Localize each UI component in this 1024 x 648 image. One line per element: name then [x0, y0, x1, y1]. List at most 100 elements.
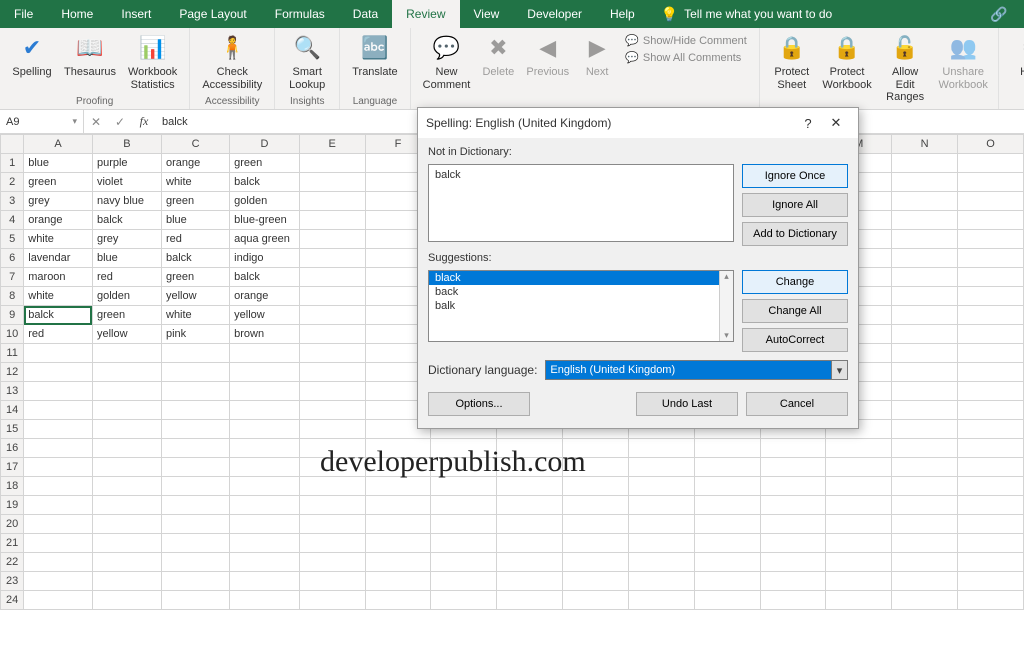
row-header-22[interactable]: 22: [1, 553, 24, 572]
cell-C5[interactable]: red: [162, 230, 230, 249]
cell-K23[interactable]: [694, 572, 760, 591]
cell-A24[interactable]: [24, 591, 93, 610]
cell-N21[interactable]: [892, 534, 958, 553]
cell-B11[interactable]: [92, 344, 161, 363]
cancel-formula-icon[interactable]: ✕: [84, 115, 108, 129]
accept-formula-icon[interactable]: ✓: [108, 115, 132, 129]
cell-C13[interactable]: [162, 382, 230, 401]
row-header-8[interactable]: 8: [1, 287, 24, 306]
cell-D3[interactable]: golden: [230, 192, 300, 211]
cell-E11[interactable]: [299, 344, 365, 363]
cell-B1[interactable]: purple: [92, 154, 161, 173]
scroll-up-icon[interactable]: ▴: [724, 271, 729, 282]
change-button[interactable]: Change: [742, 270, 848, 294]
col-header-D[interactable]: D: [230, 135, 300, 154]
cell-L19[interactable]: [760, 496, 826, 515]
cell-L16[interactable]: [760, 439, 826, 458]
cell-O16[interactable]: [958, 439, 1024, 458]
cell-B22[interactable]: [92, 553, 161, 572]
cell-E13[interactable]: [299, 382, 365, 401]
cell-N24[interactable]: [892, 591, 958, 610]
row-header-7[interactable]: 7: [1, 268, 24, 287]
tab-help[interactable]: Help: [596, 0, 649, 28]
cell-D10[interactable]: brown: [230, 325, 300, 344]
cell-E24[interactable]: [299, 591, 365, 610]
cell-I20[interactable]: [563, 515, 629, 534]
cell-B3[interactable]: navy blue: [92, 192, 161, 211]
thesaurus-button[interactable]: 📖Thesaurus: [58, 30, 122, 81]
cell-O12[interactable]: [958, 363, 1024, 382]
cell-A17[interactable]: [24, 458, 93, 477]
cell-J17[interactable]: [628, 458, 694, 477]
cell-C10[interactable]: pink: [162, 325, 230, 344]
cell-D21[interactable]: [230, 534, 300, 553]
cell-E7[interactable]: [299, 268, 365, 287]
name-box-dropdown-icon[interactable]: ▾: [72, 116, 77, 127]
col-header-E[interactable]: E: [299, 135, 365, 154]
cell-A20[interactable]: [24, 515, 93, 534]
cell-A4[interactable]: orange: [24, 211, 93, 230]
cell-N8[interactable]: [892, 287, 958, 306]
cell-B19[interactable]: [92, 496, 161, 515]
cell-O10[interactable]: [958, 325, 1024, 344]
cell-B18[interactable]: [92, 477, 161, 496]
select-all-corner[interactable]: [1, 135, 24, 154]
cell-E17[interactable]: [299, 458, 365, 477]
row-header-9[interactable]: 9: [1, 306, 24, 325]
cell-C8[interactable]: yellow: [162, 287, 230, 306]
cell-A12[interactable]: [24, 363, 93, 382]
cell-B24[interactable]: [92, 591, 161, 610]
dict-lang-select[interactable]: English (United Kingdom) ▾: [545, 360, 848, 380]
cell-N15[interactable]: [892, 420, 958, 439]
cell-B17[interactable]: [92, 458, 161, 477]
scroll-down-icon[interactable]: ▾: [724, 330, 729, 341]
suggestion-item[interactable]: balk: [429, 299, 733, 313]
cell-C24[interactable]: [162, 591, 230, 610]
cell-E16[interactable]: [299, 439, 365, 458]
cell-N1[interactable]: [892, 154, 958, 173]
cell-N3[interactable]: [892, 192, 958, 211]
cell-C7[interactable]: green: [162, 268, 230, 287]
row-header-15[interactable]: 15: [1, 420, 24, 439]
cell-H21[interactable]: [497, 534, 563, 553]
cell-I17[interactable]: [563, 458, 629, 477]
tell-me-search[interactable]: 💡 Tell me what you want to do: [649, 0, 845, 28]
cell-E10[interactable]: [299, 325, 365, 344]
cell-E5[interactable]: [299, 230, 365, 249]
cell-C1[interactable]: orange: [162, 154, 230, 173]
cell-G20[interactable]: [431, 515, 497, 534]
cell-C6[interactable]: balck: [162, 249, 230, 268]
cell-E23[interactable]: [299, 572, 365, 591]
cell-O7[interactable]: [958, 268, 1024, 287]
cell-O4[interactable]: [958, 211, 1024, 230]
cell-E3[interactable]: [299, 192, 365, 211]
dialog-close-icon[interactable]: ✕: [822, 115, 850, 131]
cell-A10[interactable]: red: [24, 325, 93, 344]
cell-C18[interactable]: [162, 477, 230, 496]
cell-D16[interactable]: [230, 439, 300, 458]
cell-E12[interactable]: [299, 363, 365, 382]
cell-B16[interactable]: [92, 439, 161, 458]
dialog-titlebar[interactable]: Spelling: English (United Kingdom) ? ✕: [418, 108, 858, 138]
cell-H20[interactable]: [497, 515, 563, 534]
cell-N16[interactable]: [892, 439, 958, 458]
cell-M19[interactable]: [826, 496, 892, 515]
row-header-16[interactable]: 16: [1, 439, 24, 458]
cancel-button[interactable]: Cancel: [746, 392, 848, 416]
cell-A9[interactable]: balck: [24, 306, 93, 325]
cell-M16[interactable]: [826, 439, 892, 458]
cell-E19[interactable]: [299, 496, 365, 515]
cell-I18[interactable]: [563, 477, 629, 496]
cell-M17[interactable]: [826, 458, 892, 477]
cell-E8[interactable]: [299, 287, 365, 306]
row-header-24[interactable]: 24: [1, 591, 24, 610]
cell-O24[interactable]: [958, 591, 1024, 610]
cell-B20[interactable]: [92, 515, 161, 534]
cell-D19[interactable]: [230, 496, 300, 515]
cell-M21[interactable]: [826, 534, 892, 553]
cell-J20[interactable]: [628, 515, 694, 534]
tab-home[interactable]: Home: [47, 0, 107, 28]
cell-O11[interactable]: [958, 344, 1024, 363]
cell-K19[interactable]: [694, 496, 760, 515]
cell-O13[interactable]: [958, 382, 1024, 401]
